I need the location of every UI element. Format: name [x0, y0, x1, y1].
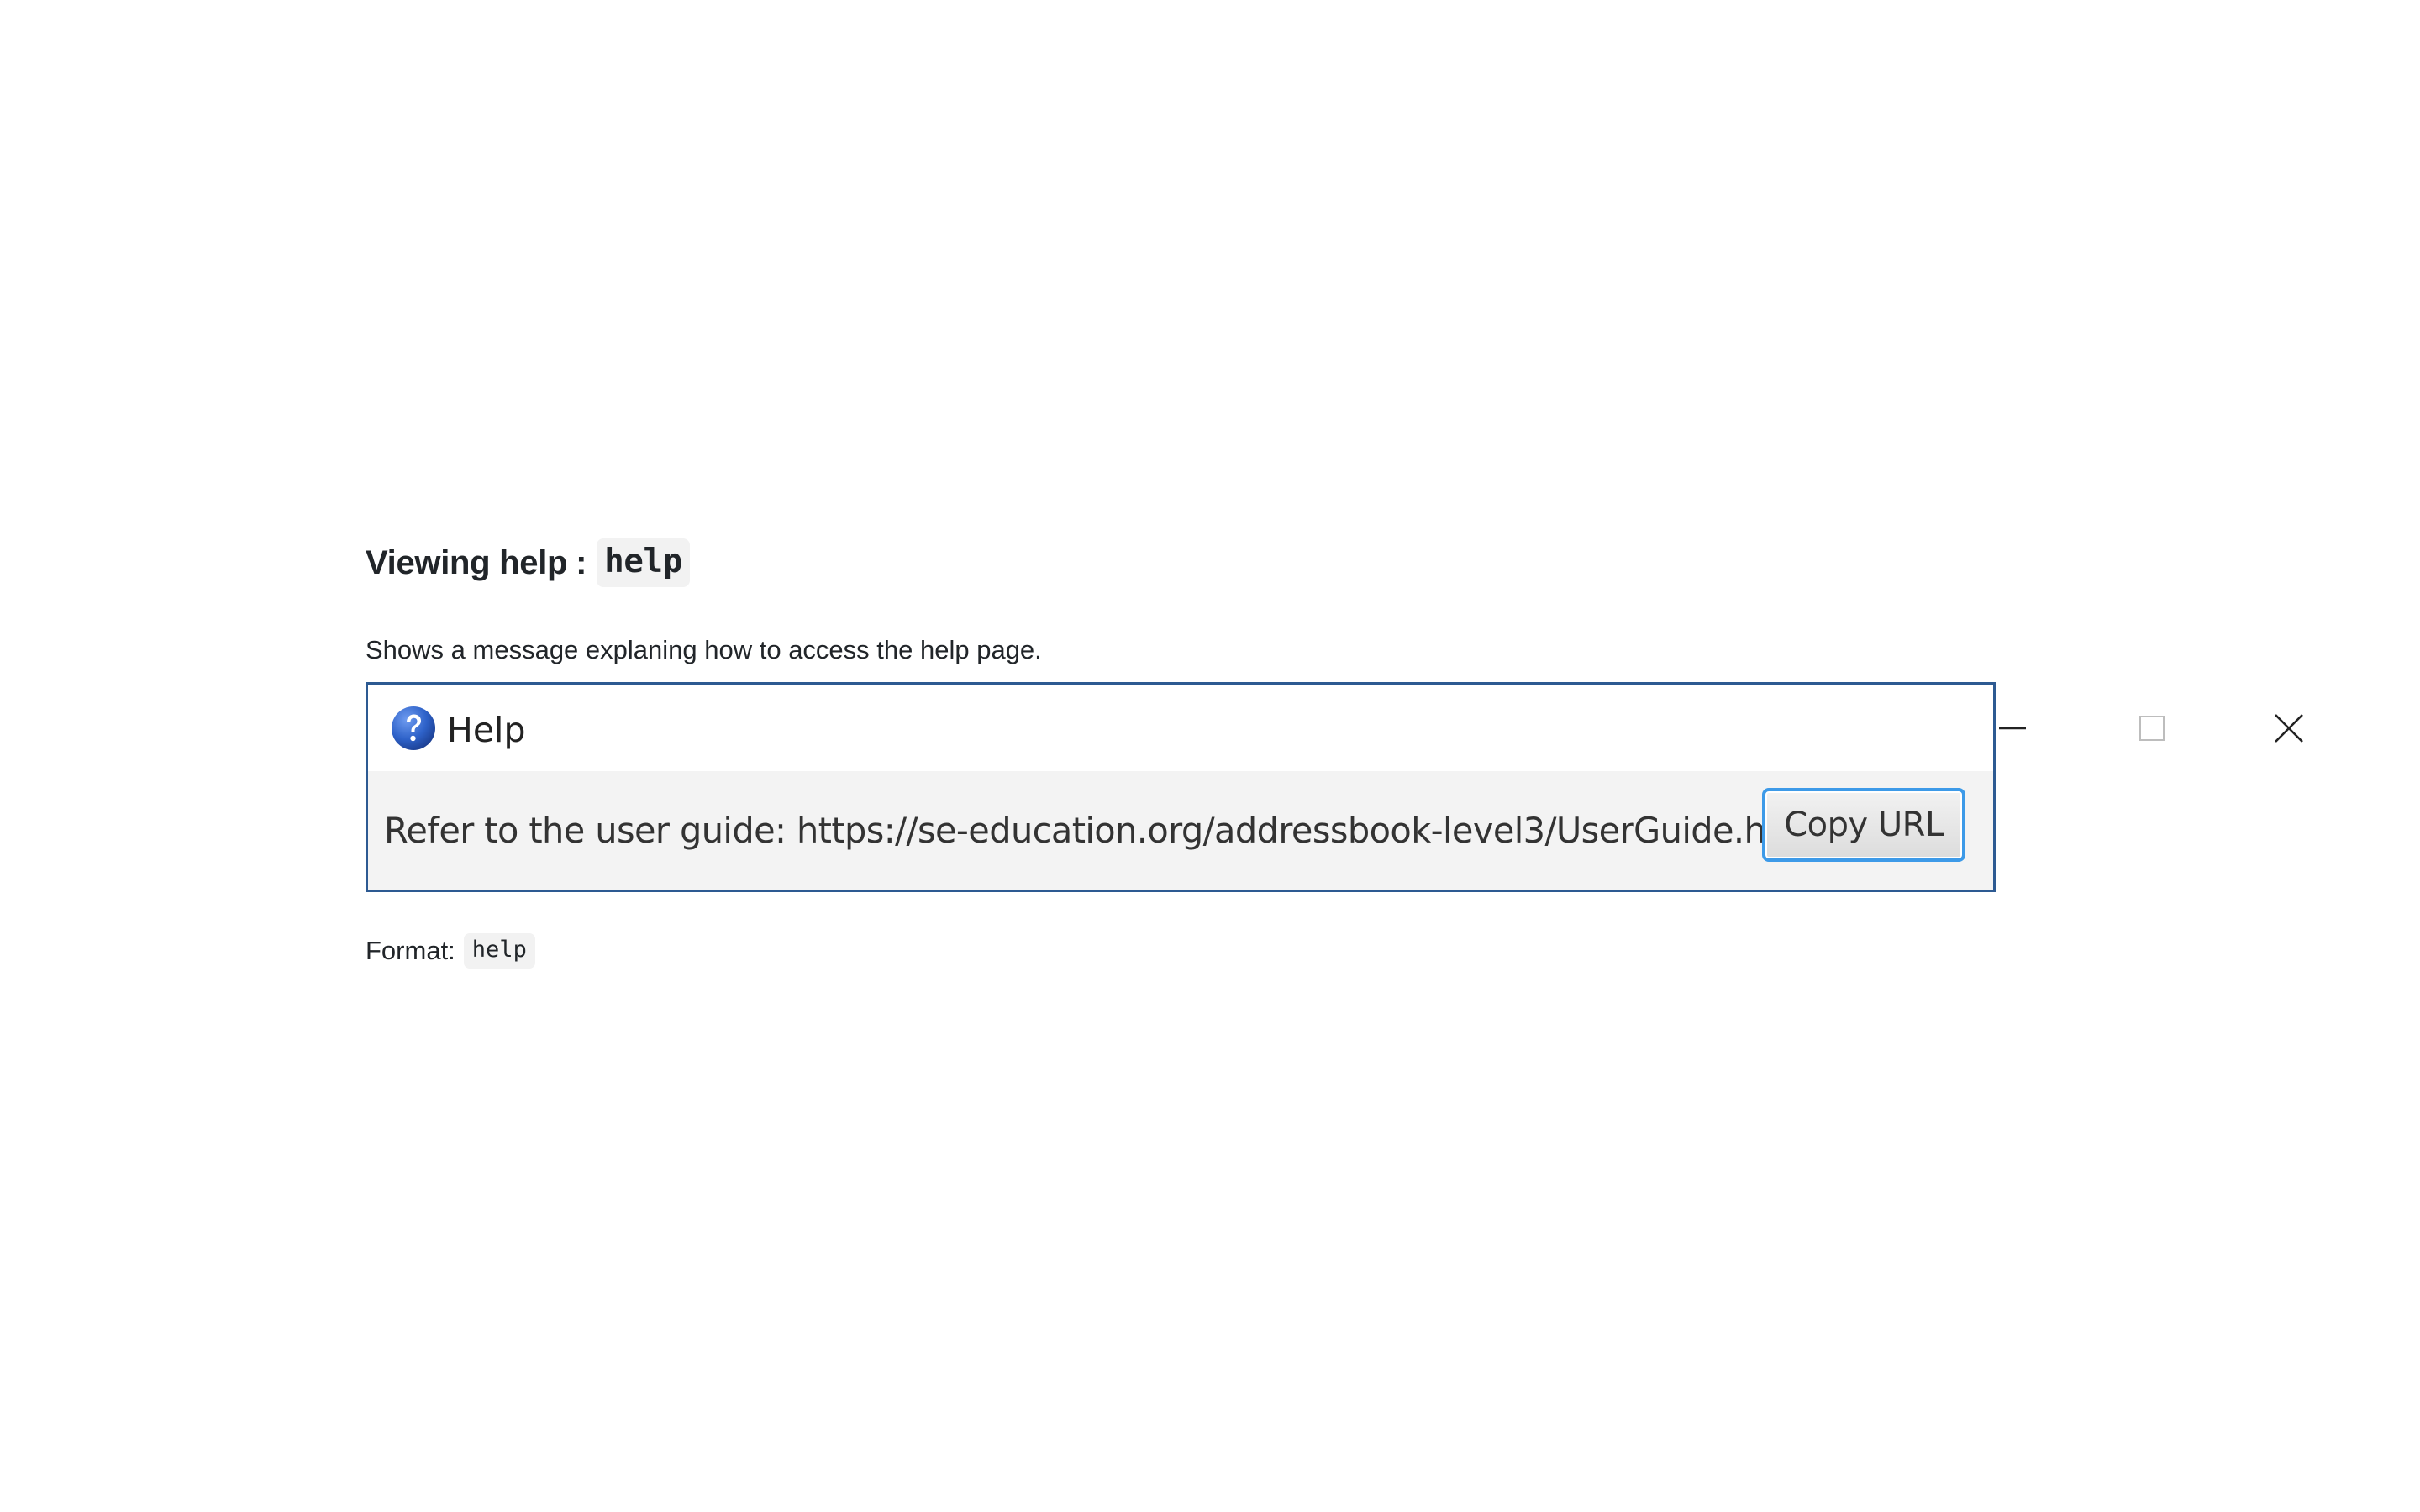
format-label: Format:: [366, 936, 455, 965]
user-guide-section: Viewing help : help Shows a message expl…: [366, 534, 2303, 969]
heading-text: Viewing help: [366, 544, 568, 581]
minimize-icon: [1999, 727, 2026, 730]
question-icon: [392, 706, 435, 750]
section-description: Shows a message explaning how to access …: [366, 635, 1042, 664]
copy-url-button[interactable]: Copy URL: [1762, 788, 1965, 862]
section-heading: Viewing help : help: [366, 534, 1996, 591]
heading-separator: :: [576, 544, 587, 581]
maximize-button[interactable]: [2123, 703, 2181, 753]
help-message: Refer to the user guide: https://se-educ…: [384, 810, 1822, 851]
heading-command-code: help: [597, 538, 690, 587]
close-icon: [2275, 714, 2303, 743]
format-line: Format: help: [366, 932, 535, 969]
window-titlebar: Help: [368, 685, 2303, 771]
window-body: Refer to the user guide: https://se-educ…: [368, 771, 1993, 890]
format-command-code: help: [463, 933, 535, 969]
close-button[interactable]: [2260, 703, 2318, 753]
help-window-screenshot: Help Refer to the user guide: https://se…: [366, 682, 2303, 892]
window-title: Help: [447, 710, 526, 750]
minimize-button[interactable]: [1983, 703, 2042, 753]
maximize-icon: [2139, 716, 2165, 741]
